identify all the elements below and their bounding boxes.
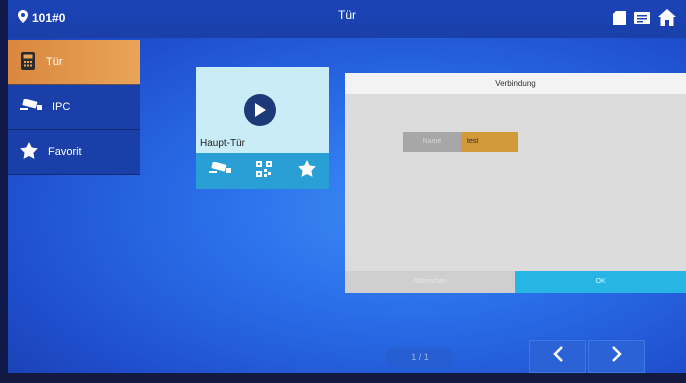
door-card-actions xyxy=(196,153,329,189)
cctv-camera-icon xyxy=(20,98,42,116)
star-icon[interactable] xyxy=(298,160,317,182)
name-input[interactable]: test xyxy=(461,132,518,152)
page-title: Tür xyxy=(338,8,356,22)
bezel xyxy=(0,373,686,383)
sidebar-item-label: Tür xyxy=(46,56,63,68)
home-icon[interactable] xyxy=(658,9,676,26)
qr-code-icon[interactable] xyxy=(256,160,273,182)
page-indicator: 1 / 1 xyxy=(385,347,455,367)
message-icon[interactable] xyxy=(634,11,650,25)
door-card-preview[interactable]: Haupt-Tür xyxy=(196,67,329,153)
next-page-button[interactable] xyxy=(588,340,645,373)
cctv-camera-icon[interactable] xyxy=(208,161,231,181)
star-icon xyxy=(20,142,38,162)
cancel-button[interactable]: Abbrechen xyxy=(345,271,515,293)
sidebar-item-ipc[interactable]: IPC xyxy=(8,85,140,130)
sidebar-item-favorit[interactable]: Favorit xyxy=(8,130,140,175)
bezel xyxy=(0,0,8,383)
sidebar: Tür IPC Favorit xyxy=(8,40,140,180)
top-bar: 101#0 Tür xyxy=(8,0,686,38)
name-label: Name xyxy=(403,132,461,152)
screen: 101#0 Tür Tür IPC Favorit Haupt-Tür Verb… xyxy=(0,0,686,383)
sidebar-item-label: Favorit xyxy=(48,146,82,158)
dialog-title: Verbindung xyxy=(345,73,686,94)
chevron-right-icon xyxy=(611,346,622,367)
connection-dialog: Verbindung Name test Abbrechen OK xyxy=(345,73,686,293)
door-card[interactable]: Haupt-Tür xyxy=(196,67,329,189)
ok-button[interactable]: OK xyxy=(515,271,686,293)
sidebar-item-tuer[interactable]: Tür xyxy=(8,40,140,85)
play-icon[interactable] xyxy=(244,94,276,126)
sidebar-item-label: IPC xyxy=(52,101,71,113)
prev-page-button[interactable] xyxy=(529,340,586,373)
dialog-body: Name test xyxy=(345,94,686,271)
door-panel-icon xyxy=(20,51,36,73)
chevron-left-icon xyxy=(552,346,563,367)
door-name: Haupt-Tür xyxy=(200,138,246,149)
sd-card-icon[interactable] xyxy=(613,10,626,25)
